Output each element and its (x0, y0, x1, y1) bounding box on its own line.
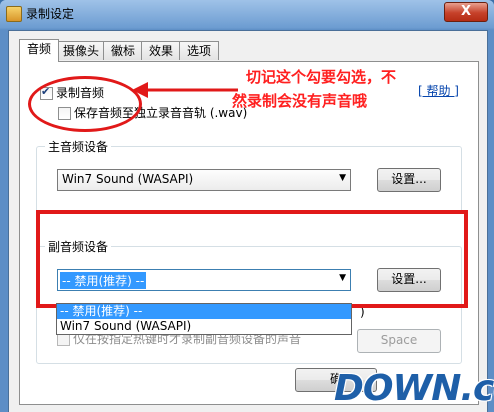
main-device-value: Win7 Sound (WASAPI) (62, 172, 194, 186)
main-settings-button[interactable]: 设置... (377, 168, 441, 192)
watermark-text: DOWN.cc (334, 368, 494, 409)
annotation-box (36, 210, 468, 308)
annotation-arrow (132, 82, 238, 98)
main-audio-group-title: 主音频设备 (45, 138, 112, 155)
tab-logo[interactable]: 徽标 (103, 41, 143, 60)
device-dropdown-list: -- 禁用(推荐) -- Win7 Sound (WASAPI) (56, 303, 352, 335)
annotation-text-line1: 切记这个勾要勾选，不 (246, 68, 397, 86)
hotkey-field[interactable]: Space (357, 329, 441, 353)
annotation-text-line2: 然录制会没有声音哦 (232, 92, 368, 110)
watermark: DOWN.cc (324, 366, 494, 412)
help-link[interactable]: [ 帮助 ] (418, 82, 459, 99)
tab-options[interactable]: 选项 (179, 41, 219, 60)
dropdown-option-win7[interactable]: Win7 Sound (WASAPI) (57, 319, 351, 334)
tab-effects[interactable]: 效果 (141, 41, 181, 60)
close-button[interactable]: X (444, 2, 488, 22)
annotation-ellipse (28, 76, 142, 132)
main-device-select[interactable]: Win7 Sound (WASAPI) ▼ (57, 169, 351, 191)
app-icon (6, 6, 22, 22)
tab-audio[interactable]: 音频 (19, 39, 59, 62)
dialog-window: 录制设定 X 音频 摄像头 徽标 效果 选项 录制音频 保存音频至独立录音音轨 … (0, 0, 494, 412)
window-title: 录制设定 (26, 7, 75, 21)
title-bar[interactable]: 录制设定 X (0, 0, 494, 28)
main-audio-group: 主音频设备 Win7 Sound (WASAPI) ▼ 设置... (36, 138, 462, 214)
chevron-down-icon: ▼ (339, 173, 346, 183)
dropdown-option-disabled[interactable]: -- 禁用(推荐) -- (57, 304, 351, 319)
tab-camera[interactable]: 摄像头 (57, 41, 105, 60)
